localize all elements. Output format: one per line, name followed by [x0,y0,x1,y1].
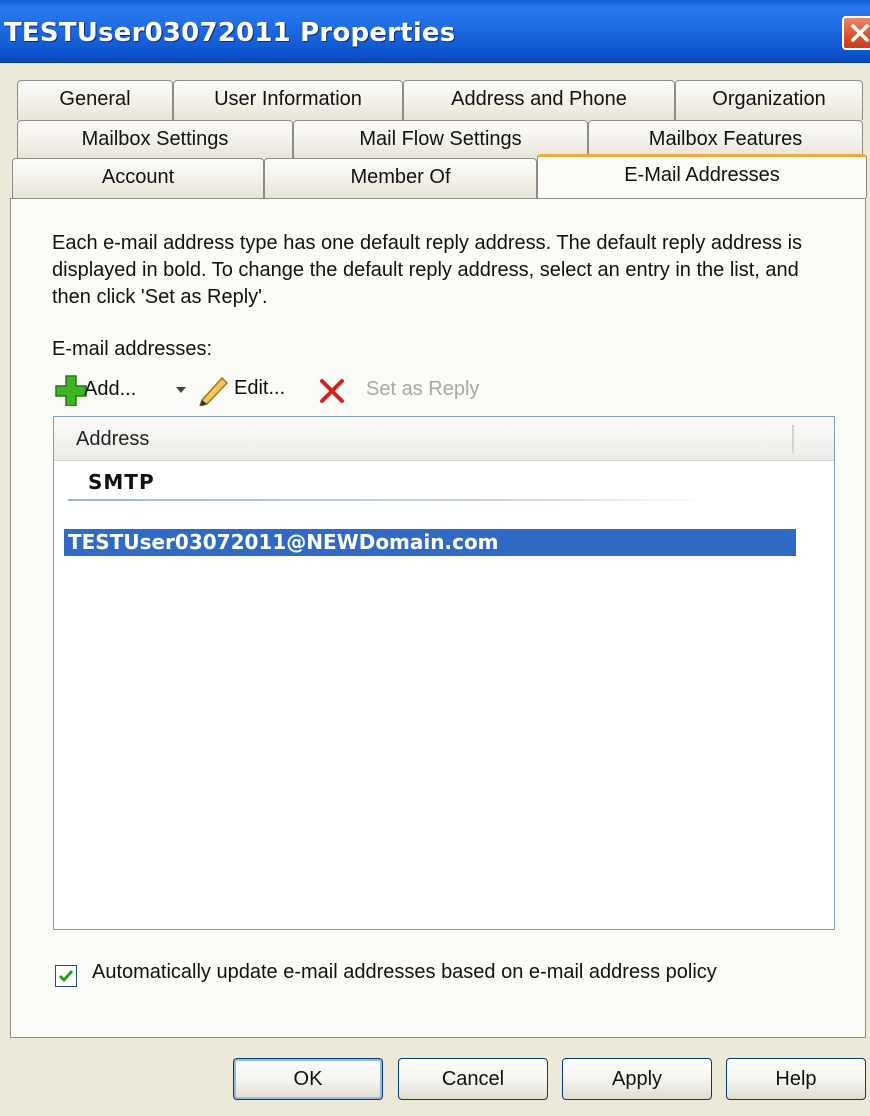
chevron-down-icon [176,387,186,393]
close-icon [851,24,869,42]
tab-email-addresses[interactable]: E-Mail Addresses [537,154,867,198]
cancel-button[interactable]: Cancel [398,1058,548,1100]
tab-address-and-phone[interactable]: Address and Phone [403,80,675,120]
set-as-reply-button[interactable]: Set as Reply [366,374,479,404]
add-button[interactable]: Add... [54,374,142,407]
tab-member-of[interactable]: Member Of [264,158,537,198]
ok-button[interactable]: OK [233,1058,383,1100]
checkmark-icon [58,970,74,983]
tab-general[interactable]: General [17,80,173,120]
group-divider [68,499,708,501]
apply-button[interactable]: Apply [562,1058,712,1100]
edit-label: Edit... [234,377,286,400]
pencil-icon [198,376,229,408]
add-label: Add... [84,378,137,401]
tab-user-information[interactable]: User Information [173,80,403,120]
column-header-address[interactable]: Address [76,428,149,451]
tab-account[interactable]: Account [12,158,264,198]
email-address-list[interactable]: Address SMTP TESTUser03072011@NEWDomain.… [53,416,835,930]
help-button[interactable]: Help [726,1058,866,1100]
auto-update-checkbox[interactable] [55,965,77,987]
tab-organization[interactable]: Organization [675,80,863,120]
list-item-selected[interactable]: TESTUser03072011@NEWDomain.com [64,529,796,556]
title-bar: TESTUser03072011 Properties [0,0,870,63]
auto-update-label: Automatically update e-mail addresses ba… [92,961,717,983]
email-addresses-label: E-mail addresses: [52,338,213,360]
tab-mailbox-settings[interactable]: Mailbox Settings [17,120,293,160]
group-label-smtp: SMTP [88,470,155,494]
list-header: Address [54,417,834,461]
close-button[interactable] [842,16,870,50]
remove-button[interactable] [318,375,346,405]
add-dropdown-button[interactable] [174,374,188,404]
delete-icon [320,378,344,403]
window-title: TESTUser03072011 Properties [4,18,456,48]
description-text: Each e-mail address type has one default… [52,232,803,308]
column-divider[interactable] [792,425,794,453]
edit-button[interactable]: Edit... [196,372,286,408]
